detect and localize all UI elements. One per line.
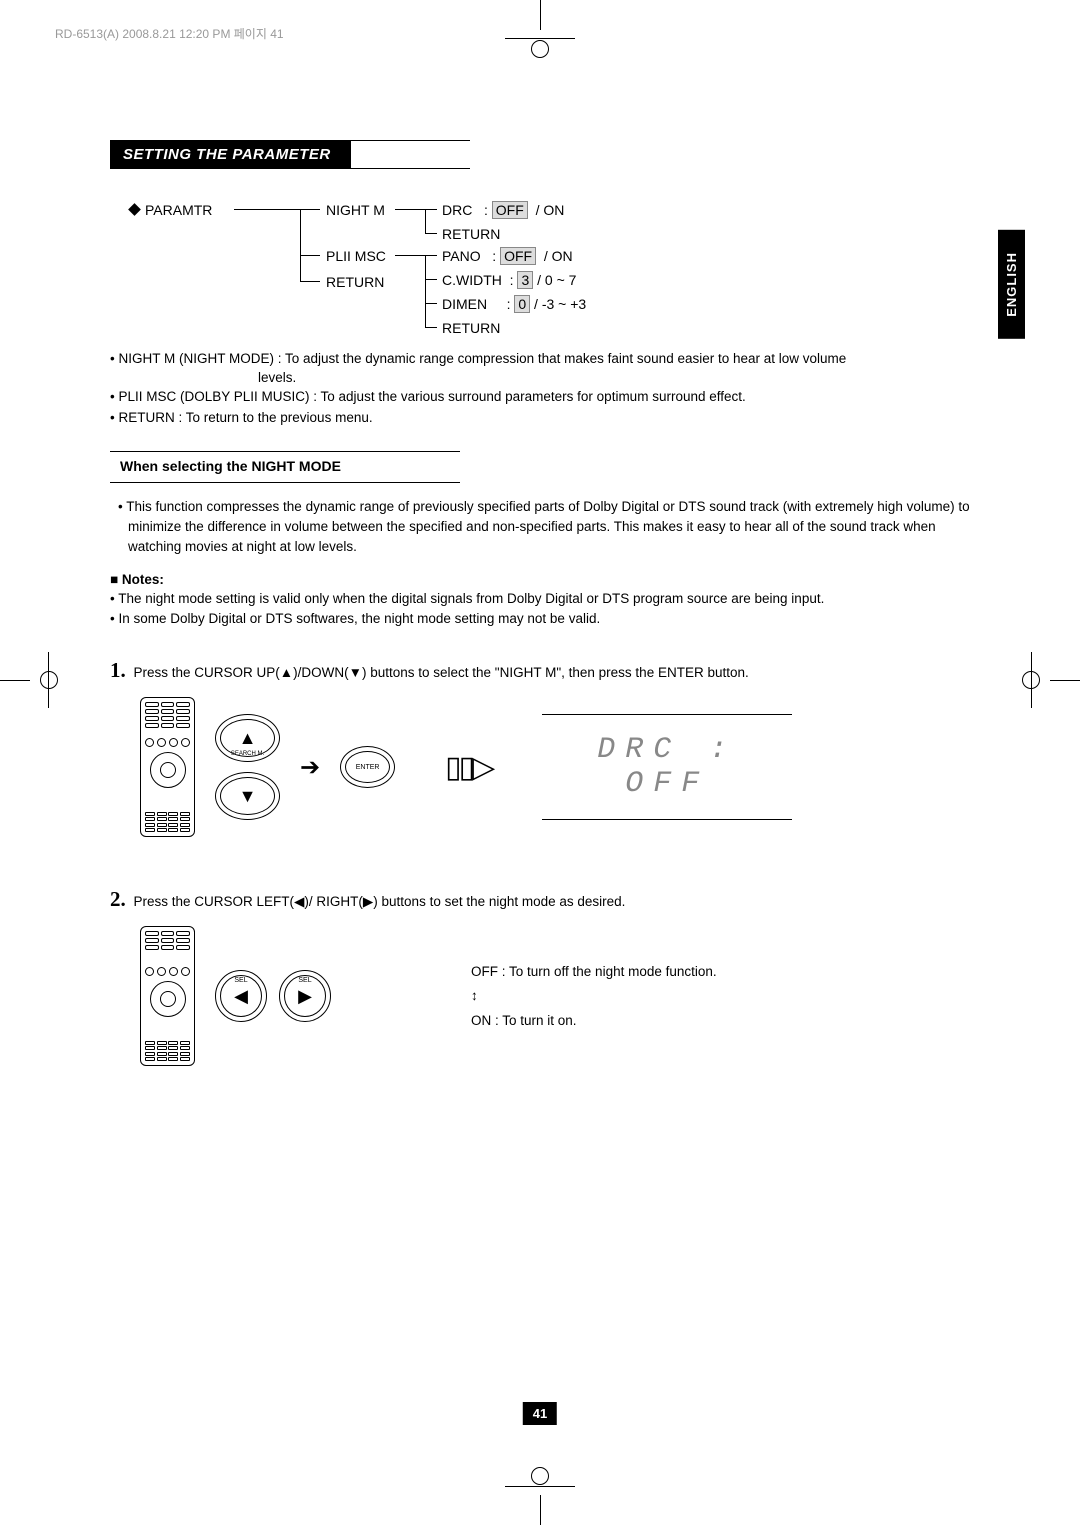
section-title-box: SETTING THE PARAMETER: [110, 140, 470, 169]
tree-return-1: RETURN: [442, 226, 500, 242]
parameter-descriptions-2: PLII MSC (DOLBY PLII MUSIC) : To adjust …: [110, 387, 990, 429]
cursor-up-button-icon: ▲SEARCH M.: [215, 714, 280, 762]
page-number: 41: [523, 1402, 557, 1425]
crop-line-top: [505, 38, 575, 39]
notes-header: Notes:: [110, 572, 990, 587]
cursor-right-button-icon: SEL▶: [279, 970, 331, 1022]
tree-cwidth: C.WIDTH : 3 / 0 ~ 7: [442, 272, 576, 288]
tree-drc: DRC : OFF / ON: [442, 202, 564, 218]
file-header: RD-6513(A) 2008.8.21 12:20 PM 페이지 41: [55, 25, 284, 42]
subheading: When selecting the NIGHT MODE: [120, 458, 341, 474]
cursor-left-button-icon: SEL◀: [215, 970, 267, 1022]
step-2-illustration: SEL◀ SEL▶ OFF : To turn off the night mo…: [140, 926, 990, 1066]
notes-list: The night mode setting is valid only whe…: [110, 589, 990, 631]
tree-dimen: DIMEN : 0 / -3 ~ +3: [442, 296, 586, 312]
step-1: 1. Press the CURSOR UP(▲)/DOWN(▼) button…: [110, 658, 990, 683]
arrow-right-icon: ➔: [300, 753, 320, 782]
enter-button-icon: ENTER: [340, 746, 395, 788]
crop-mark-top: [520, 0, 560, 60]
tree-root: PARAMTR: [145, 202, 212, 218]
night-mode-paragraph: This function compresses the dynamic ran…: [110, 497, 990, 558]
tree-branch-plii: PLII MSC: [326, 248, 386, 264]
tree-branch-return: RETURN: [326, 274, 384, 290]
tree-return-2: RETURN: [442, 320, 500, 336]
big-arrow-icon: ▯▯▷: [445, 750, 492, 785]
parameter-descriptions: NIGHT M (NIGHT MODE) : To adjust the dyn…: [110, 349, 990, 370]
parameter-tree: PARAMTR NIGHT M DRC : OFF / ON RETURN PL…: [130, 197, 990, 347]
cursor-down-button-icon: ▼: [215, 772, 280, 820]
section-title: SETTING THE PARAMETER: [111, 141, 351, 168]
remote-icon-2: [140, 926, 195, 1066]
remote-icon: [140, 697, 195, 837]
step-2: 2. Press the CURSOR LEFT(◀)/ RIGHT(▶) bu…: [110, 887, 990, 912]
tree-branch-night: NIGHT M: [326, 202, 385, 218]
language-tab: ENGLISH: [998, 230, 1025, 339]
tree-pano: PANO : OFF / ON: [442, 248, 573, 264]
desc-levels: levels.: [110, 370, 990, 385]
subheading-wrap: When selecting the NIGHT MODE: [110, 451, 460, 483]
display-panel: DRC : OFF: [542, 714, 792, 820]
night-mode-options: OFF : To turn off the night mode functio…: [471, 960, 717, 1033]
crop-line-bottom: [505, 1486, 575, 1487]
step-1-illustration: ▲SEARCH M. ▼ ➔ ENTER ▯▯▷ DRC : OFF: [140, 697, 990, 837]
